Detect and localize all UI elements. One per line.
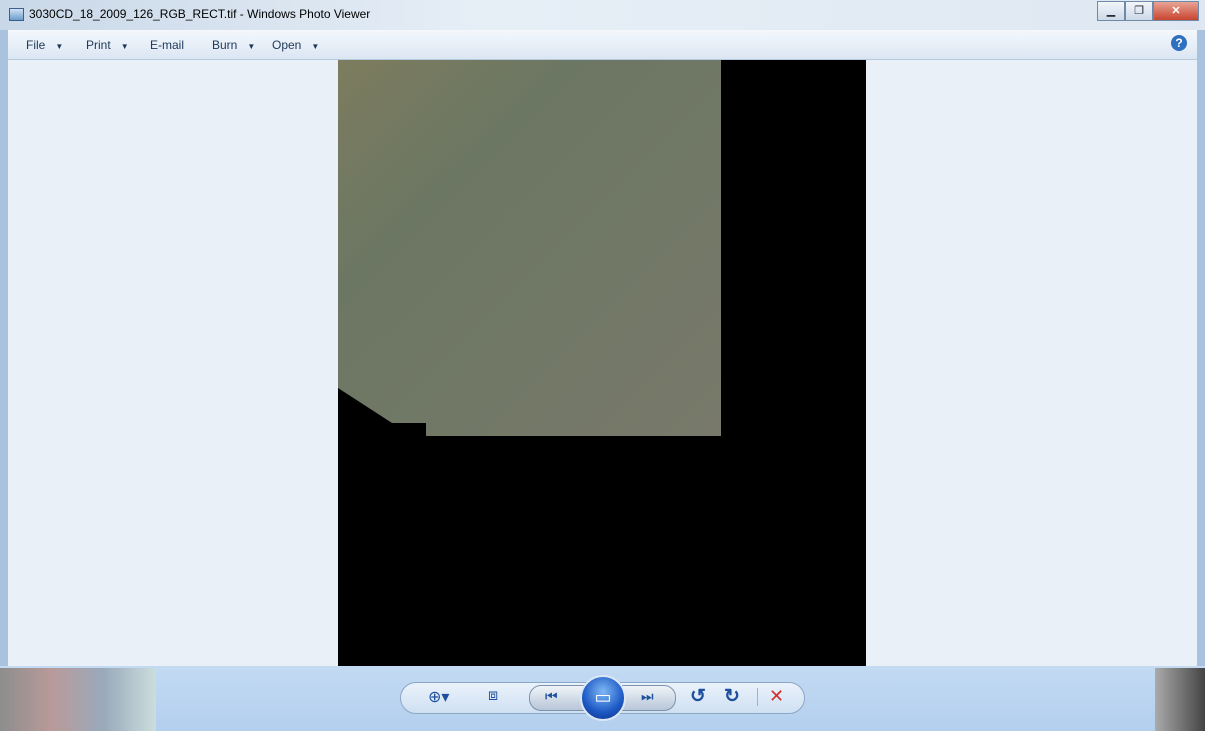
menu-label: File [26,38,46,52]
background-thumbnail [0,668,156,731]
zoom-button[interactable]: ⊕▾ [428,687,449,707]
image-photo-area [338,60,721,436]
previous-button[interactable]: ⏮ [545,688,558,705]
delete-button[interactable]: ✕ [769,686,784,707]
menu-open[interactable]: Open ▼ [272,38,319,52]
window-title: 3030CD_18_2009_126_RGB_RECT.tif - Window… [29,7,371,21]
menu-bar: File ▼ Print ▼ E-mail Burn ▼ Open ▼ ? [8,30,1197,60]
menu-label: E-mail [150,38,185,52]
next-button[interactable]: ⏭ [641,688,654,705]
menu-label: Open [272,38,302,52]
chevron-down-icon: ▼ [120,42,129,51]
photo-viewer-icon [9,8,24,21]
menu-print[interactable]: Print ▼ [86,38,129,52]
menu-burn[interactable]: Burn ▼ [212,38,255,52]
title-bar: 3030CD_18_2009_126_RGB_RECT.tif - Window… [0,0,1205,30]
menu-label: Burn [212,38,238,52]
divider [757,688,758,706]
slideshow-icon: ▭ [594,687,612,707]
chevron-down-icon: ▼ [311,42,320,51]
background-thumbnail [1155,668,1205,731]
menu-file[interactable]: File ▼ [26,38,63,52]
rotate-clockwise-button[interactable]: ↻ [724,685,740,708]
chevron-down-icon: ▼ [55,42,64,51]
maximize-button[interactable]: ❐ [1125,1,1153,21]
close-button[interactable]: ✕ [1153,1,1199,21]
chevron-down-icon: ▼ [247,42,256,51]
rotate-counterclockwise-button[interactable]: ↺ [690,685,706,708]
minimize-button[interactable]: ▁ [1097,1,1125,21]
image-viewport [8,60,1197,666]
menu-email[interactable]: E-mail [150,38,184,52]
menu-label: Print [86,38,111,52]
actual-size-button[interactable]: ⧈ [488,687,498,705]
help-icon[interactable]: ? [1171,35,1187,51]
slideshow-button[interactable]: ▭ [580,675,626,721]
displayed-image [338,60,866,666]
